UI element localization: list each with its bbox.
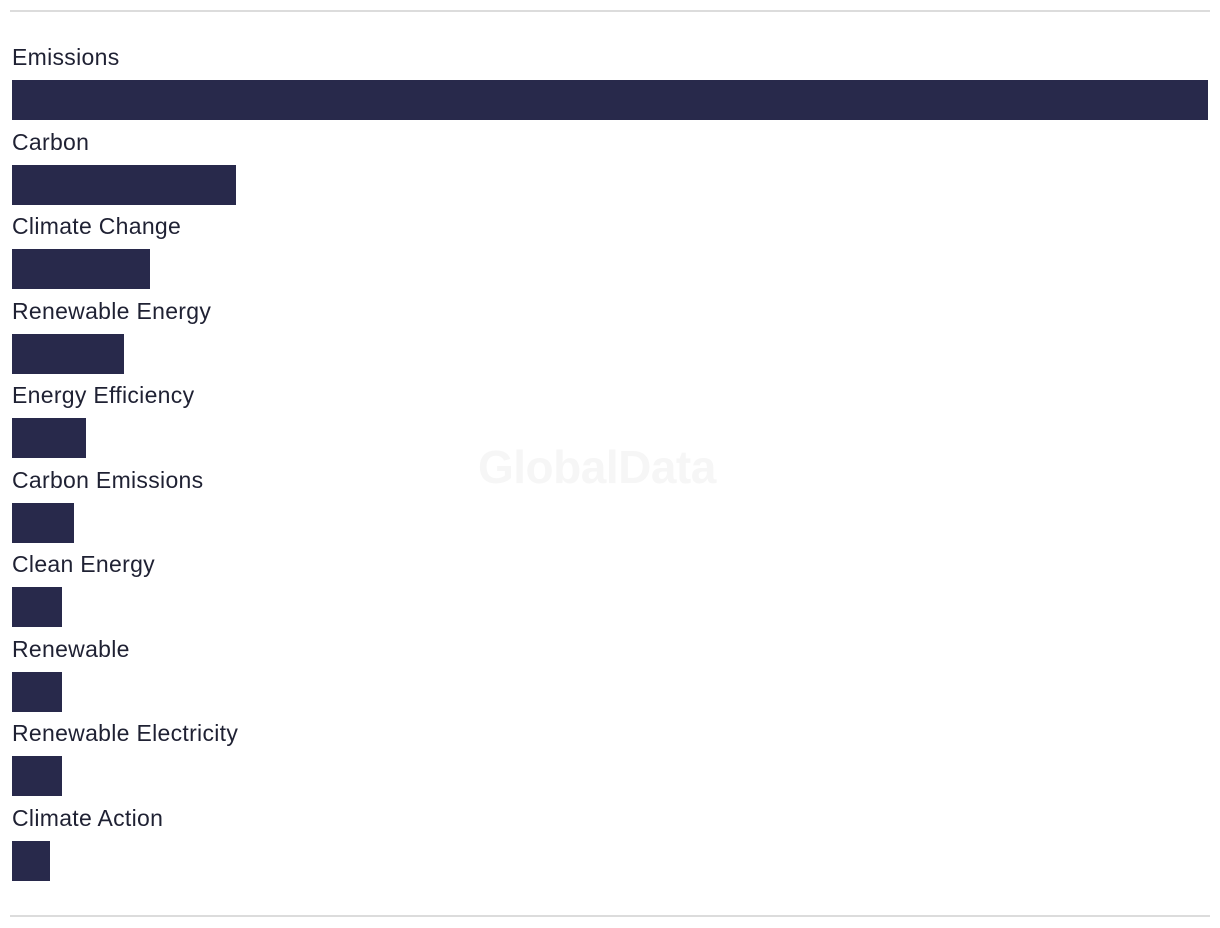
bar: [12, 80, 1208, 120]
bar-row: Renewable Electricity: [12, 716, 1208, 801]
bar-label: Climate Change: [12, 213, 182, 239]
bar-row: Renewable: [12, 632, 1208, 717]
bar-row: Climate Change: [12, 209, 1208, 294]
bar-row: Carbon Emissions: [12, 463, 1208, 548]
bar: [12, 840, 50, 881]
bar: [12, 333, 124, 374]
bar-row: Climate Action: [12, 801, 1208, 886]
bar-row: Emissions: [12, 40, 1208, 125]
bar-label: Carbon Emissions: [12, 466, 204, 493]
bar-label: Renewable: [12, 635, 130, 662]
bar-row: Carbon: [12, 125, 1208, 210]
bar-label: Emissions: [12, 44, 120, 70]
bar-label: Carbon: [12, 128, 90, 155]
bar-label: Renewable Electricity: [12, 720, 239, 746]
bar-label: Clean Energy: [12, 551, 155, 577]
bar-label: Climate Action: [12, 804, 164, 831]
bar-row: Renewable Energy: [12, 294, 1208, 379]
bar-row: Energy Efficiency: [12, 378, 1208, 463]
bar-label: Energy Efficiency: [12, 382, 195, 408]
bar-chart: Emissions Carbon Climate Change Renewable E…: [12, 40, 1208, 885]
bar: [12, 756, 62, 796]
bar: [12, 164, 236, 205]
top-divider: [10, 10, 1210, 12]
bar-label: Renewable Energy: [12, 297, 212, 324]
bar: [12, 671, 62, 712]
bottom-divider: [10, 915, 1210, 917]
bar: [12, 587, 62, 627]
bar-row: Clean Energy: [12, 547, 1208, 632]
bar: [12, 418, 86, 458]
bar: [12, 249, 150, 289]
bar: [12, 502, 74, 543]
